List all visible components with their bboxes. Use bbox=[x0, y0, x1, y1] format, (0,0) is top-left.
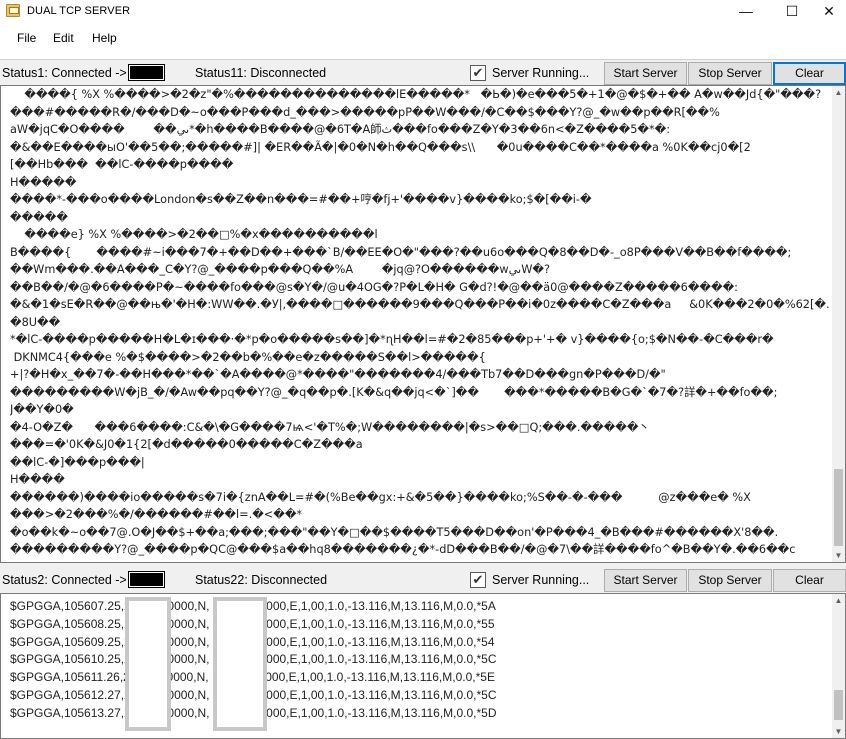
close-button[interactable]: ✕ bbox=[806, 0, 846, 23]
redaction-box-longitude bbox=[213, 597, 267, 731]
output-line: ��B��/�@�6����P�~����fo���@s�Y�/@u�4OG�?… bbox=[10, 280, 738, 294]
output-line: *�lC-����p�����H�L�ɪ���·�*p�o�����s��]�*… bbox=[10, 333, 774, 346]
panel2-status-row: Status2: Connected -> Status22: Disconne… bbox=[0, 567, 846, 593]
output-line: ������)����io�����s�7i�{znA��L=#�(%Be��g… bbox=[10, 490, 751, 504]
output-line: ���=�'0K�&J0�1{2[�d�����0�����C�Z���a bbox=[10, 438, 363, 451]
clear-button[interactable]: Clear bbox=[773, 62, 846, 85]
window-title: DUAL TCP SERVER bbox=[27, 5, 131, 17]
title-bar: DUAL TCP SERVER — ☐ ✕ bbox=[0, 0, 846, 23]
output-line: H����� bbox=[10, 175, 77, 189]
scroll-down-icon[interactable]: ▼ bbox=[832, 549, 845, 562]
output-line: B����{ ����#~i���7�+��D��+���`B/��EE�O�"… bbox=[10, 245, 792, 259]
scroll-up-icon[interactable]: ▲ bbox=[832, 86, 845, 99]
stop-server-button[interactable]: Stop Server bbox=[688, 569, 772, 592]
scroll-up-icon[interactable]: ▲ bbox=[832, 594, 845, 607]
status2-label: Status2: Connected -> bbox=[2, 573, 127, 587]
output-line: [��Hb��� ��lC-����p���� bbox=[10, 158, 234, 171]
output-line: ���������Y?@_����p�QC@���$a��hq8�������¿… bbox=[10, 543, 796, 556]
scroll-thumb[interactable] bbox=[834, 690, 843, 720]
menu-edit[interactable]: Edit bbox=[51, 31, 76, 45]
status1-label: Status1: Connected -> bbox=[2, 66, 127, 80]
output-line: ���������W�jB_�/�Aw��pq��Y?@_�q��p�.[K�&… bbox=[10, 385, 778, 399]
output-line: �o��k�~o��7@.O�J��$+��a;���;���"��Y�□��$… bbox=[10, 525, 779, 539]
checkmark-icon: ✔ bbox=[470, 65, 486, 81]
output-line: �&��E����ыO'��5��;�����#]| �ER��Ã�|�0�N�… bbox=[10, 140, 751, 154]
status11-label: Status11: Disconnected bbox=[195, 66, 327, 80]
start-server-button[interactable]: Start Server bbox=[604, 569, 687, 592]
menu-help[interactable]: Help bbox=[90, 31, 119, 45]
redacted-address bbox=[128, 64, 165, 81]
clear-button[interactable]: Clear bbox=[773, 569, 846, 592]
stop-server-button[interactable]: Stop Server bbox=[688, 62, 772, 85]
app-icon bbox=[6, 4, 20, 17]
server2-output-textbox[interactable]: $GPGGA,105607.25,2 0000,N, 20000,E,1,00,… bbox=[0, 593, 846, 739]
server-running-label: Server Running... bbox=[492, 66, 590, 80]
server2-scrollbar[interactable]: ▲ ▼ bbox=[832, 594, 845, 738]
redaction-box-latitude bbox=[125, 597, 171, 731]
server1-output-lines: ����{ %X %����>�2�z"�%��������������lE��… bbox=[10, 86, 829, 559]
output-line: �8U�� bbox=[10, 315, 61, 329]
menu-bar: File Edit Help bbox=[0, 23, 846, 59]
start-server-button[interactable]: Start Server bbox=[604, 62, 687, 85]
server-running-label: Server Running... bbox=[492, 573, 590, 587]
output-line: H���� bbox=[10, 473, 65, 486]
output-line: �4-O�Z� ���6����:C&�\�G����7ѩ<'�T%�;W���… bbox=[10, 420, 650, 434]
scroll-down-icon[interactable]: ▼ bbox=[832, 725, 845, 738]
output-line: DKNMC4{���e %�$����>�2��b�%��e�z�����S��… bbox=[10, 350, 486, 364]
output-line: ���>�2���%�/������#��l=.�<��* bbox=[10, 508, 303, 521]
output-line: �&�1�sE�R��@��њ�'�H�:WW��.�У|,����□�����… bbox=[10, 298, 829, 311]
scroll-thumb[interactable] bbox=[834, 469, 843, 546]
minimize-button[interactable]: — bbox=[723, 0, 769, 23]
output-line: aW�jqC�O���� ��ىي*�h����B����@�6T�A師ث���… bbox=[10, 123, 671, 136]
output-line: ����� bbox=[10, 210, 68, 224]
output-line: ����e} %X %����>�2��□%�x����������l bbox=[10, 228, 378, 241]
redacted-address bbox=[128, 571, 165, 588]
output-line: ��Wm���.��A���_C�Y?@_����p���Q��%A �jq@?… bbox=[10, 263, 550, 276]
checkmark-icon: ✔ bbox=[470, 572, 486, 588]
output-line: ����{ %X %����>�2�z"�%��������������lE��… bbox=[10, 88, 822, 101]
output-line: J��Y�0� bbox=[10, 403, 74, 416]
output-line: +|?�H�x_��7�-��H���*��`�A����@*����"����… bbox=[10, 368, 666, 381]
output-line: ���#�����R�/���D�~o���P���d_���>�����pP�… bbox=[10, 105, 720, 119]
status22-label: Status22: Disconnected bbox=[195, 573, 328, 587]
server1-scrollbar[interactable]: ▲ ▼ bbox=[832, 86, 845, 562]
panel1-status-row: Status1: Connected -> Status11: Disconne… bbox=[0, 60, 846, 86]
output-line: ��lC-�]���p���| bbox=[10, 455, 145, 469]
server1-output-textbox[interactable]: ����{ %X %����>�2�z"�%��������������lE��… bbox=[0, 85, 846, 563]
output-line: ����*-���o����London�s��Z��n���=#��+哼�fj… bbox=[10, 193, 592, 206]
menu-file[interactable]: File bbox=[15, 31, 38, 45]
